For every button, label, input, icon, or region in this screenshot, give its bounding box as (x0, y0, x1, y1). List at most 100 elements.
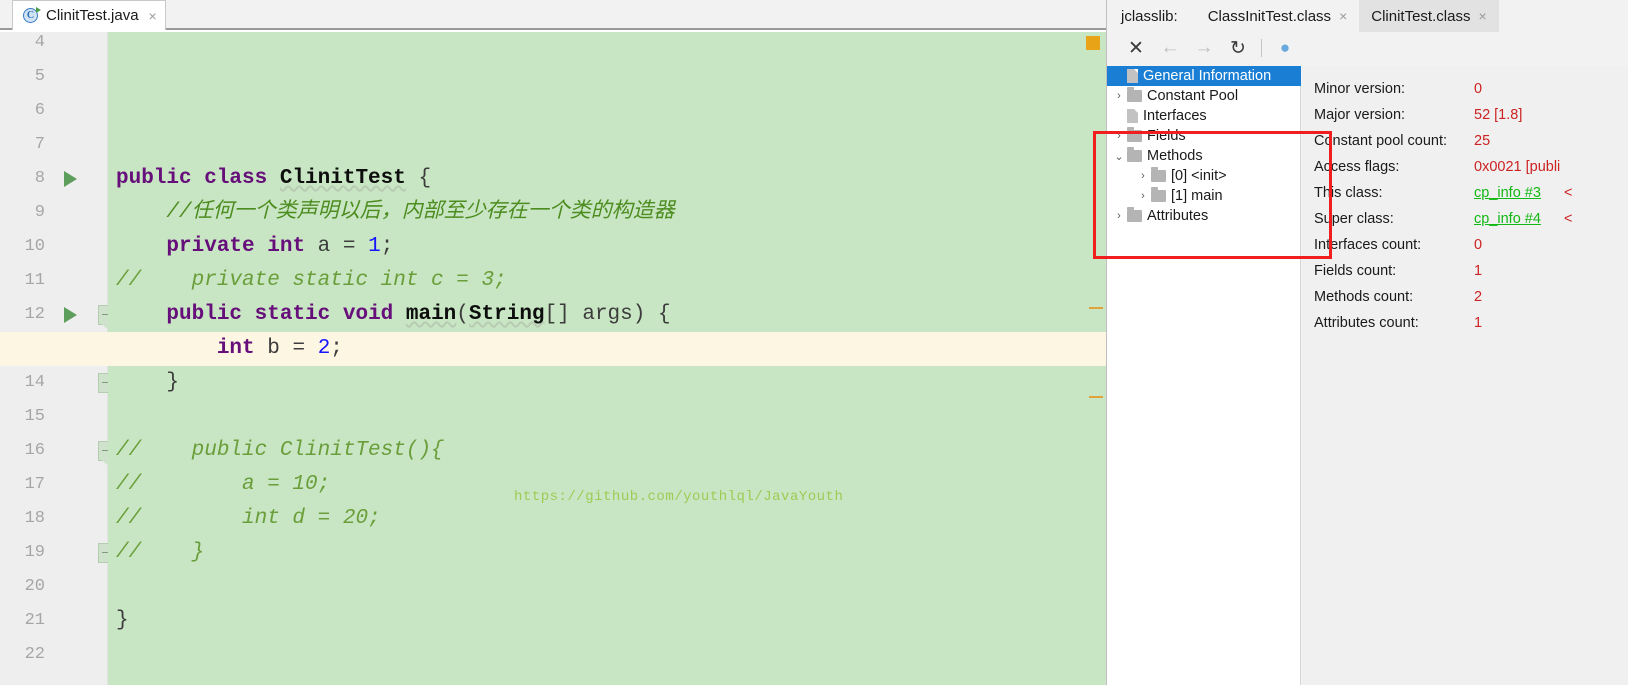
code-token: ; (330, 337, 343, 360)
detail-value: 1 (1474, 315, 1483, 331)
code-token: // a = 10; (116, 473, 331, 496)
detail-label: Super class: (1314, 211, 1394, 227)
code-line[interactable]: int b = 2; (108, 332, 1078, 366)
line-number: 9 (34, 203, 45, 222)
tree-item-constant-pool[interactable]: › Constant Pool (1107, 86, 1301, 106)
detail-value: 0 (1474, 81, 1483, 97)
code-token: = (342, 235, 369, 258)
tree-item-label: [0] <init> (1171, 168, 1227, 184)
code-line[interactable]: public class ClinitTest { (108, 162, 1078, 196)
chevron-right-icon[interactable]: › (1111, 210, 1127, 222)
code-line[interactable] (108, 32, 1078, 60)
detail-label: Attributes count: (1314, 315, 1419, 331)
tool-tab-label: ClassInitTest.class (1207, 7, 1332, 25)
code-line[interactable]: public static void main(String[] args) { (108, 298, 1078, 332)
detail-row: Super class: cp_info #4 < (1302, 206, 1628, 232)
code-line[interactable]: //任何一个类声明以后，内部至少存在一个类的构造器 (108, 196, 1078, 230)
tool-window-toolbar: ✕ ← → ↻ ● (1107, 32, 1628, 64)
class-structure-tree[interactable]: General Information › Constant Pool Interfa… (1107, 66, 1301, 685)
code-token: a (317, 235, 343, 258)
watermark-text: https://github.com/youthlql/JavaYouth (514, 489, 844, 505)
tree-item-1-main[interactable]: › [1] main (1107, 186, 1301, 206)
tree-item-interfaces[interactable]: Interfaces (1107, 106, 1301, 126)
code-line[interactable]: private int a = 1; (108, 230, 1078, 264)
code-line[interactable] (108, 128, 1078, 162)
code-token: static (254, 303, 343, 326)
tool-tab-strip: ClassInitTest.class × ClinitTest.class × (1196, 0, 1499, 32)
editor-tabbar: C ClinitTest.java × (0, 0, 1106, 30)
editor-pane: C ClinitTest.java × 45678910111213141516… (0, 0, 1106, 685)
code-token: int (216, 337, 268, 360)
folder-icon (1127, 87, 1142, 102)
tree-item-methods[interactable]: ⌄ Methods (1107, 146, 1301, 166)
refresh-icon[interactable]: ↻ (1221, 34, 1255, 62)
code-token: [] args) { (544, 303, 671, 326)
code-area[interactable]: public class ClinitTest { //任何一个类声明以后，内部… (108, 32, 1078, 685)
globe-icon[interactable]: ● (1268, 34, 1302, 62)
code-line[interactable]: } (108, 604, 1078, 638)
chevron-right-icon[interactable]: › (1135, 170, 1151, 182)
line-number: 19 (24, 543, 45, 562)
code-line[interactable] (108, 400, 1078, 434)
line-number: 11 (24, 271, 45, 290)
detail-value-suffix: < (1564, 185, 1573, 201)
close-icon[interactable]: × (1339, 8, 1347, 24)
close-icon[interactable]: × (1478, 8, 1486, 24)
code-token: void (342, 303, 406, 326)
line-number: 15 (24, 407, 45, 426)
tree-item-label: Fields (1147, 128, 1186, 144)
chevron-right-icon[interactable]: › (1135, 190, 1151, 202)
jclasslib-tool-window: jclasslib: ClassInitTest.class × ClinitTes… (1106, 0, 1628, 685)
line-number: 4 (34, 33, 45, 52)
chevron-down-icon[interactable]: ⌄ (1111, 150, 1127, 163)
warning-marker-icon[interactable] (1086, 36, 1100, 50)
detail-value: 2 (1474, 289, 1483, 305)
code-line[interactable]: // } (108, 536, 1078, 570)
back-arrow-icon-glyph: ← (1160, 37, 1180, 58)
code-line[interactable] (108, 60, 1078, 94)
close-icon[interactable]: ✕ (1119, 34, 1153, 62)
code-line[interactable]: // int d = 20; (108, 502, 1078, 536)
run-gutter-icon[interactable] (64, 307, 77, 323)
tree-item-fields[interactable]: › Fields (1107, 126, 1301, 146)
line-number: 21 (24, 611, 45, 630)
detail-value-suffix: < (1564, 211, 1573, 227)
scrollbar-marker[interactable] (1089, 396, 1103, 398)
code-line[interactable] (108, 638, 1078, 672)
scrollbar-marker[interactable] (1089, 307, 1103, 309)
detail-label: This class: (1314, 185, 1383, 201)
chevron-right-icon[interactable]: › (1111, 130, 1127, 142)
code-line[interactable]: // public ClinitTest(){ (108, 434, 1078, 468)
detail-row: Methods count: 2 (1302, 284, 1628, 310)
tool-tab-clinittest-class[interactable]: ClinitTest.class × (1359, 0, 1499, 32)
tree-item-general-information[interactable]: General Information (1107, 66, 1301, 86)
detail-value-link[interactable]: cp_info #4 (1474, 211, 1541, 227)
tool-tab-classinittest-class[interactable]: ClassInitTest.class × (1196, 0, 1360, 32)
detail-row: Minor version: 0 (1302, 76, 1628, 102)
code-line[interactable] (108, 94, 1078, 128)
detail-value-link[interactable]: cp_info #3 (1474, 185, 1541, 201)
folder-icon (1151, 167, 1166, 182)
tree-item-0-init[interactable]: › [0] <init> (1107, 166, 1301, 186)
code-token: public (166, 303, 255, 326)
tree-item-attributes[interactable]: › Attributes (1107, 206, 1301, 226)
close-icon-glyph: ✕ (1128, 37, 1144, 59)
close-icon[interactable]: × (149, 8, 157, 24)
detail-label: Constant pool count: (1314, 133, 1448, 149)
code-token: // } (116, 541, 205, 564)
run-gutter-icon[interactable] (64, 171, 77, 187)
detail-label: Interfaces count: (1314, 237, 1422, 253)
chevron-right-icon[interactable]: › (1111, 90, 1127, 102)
detail-label: Access flags: (1314, 159, 1400, 175)
line-number: 18 (24, 509, 45, 528)
detail-value: 0x0021 [publi (1474, 159, 1561, 175)
tree-item-label: Attributes (1147, 208, 1209, 224)
code-line[interactable]: } (108, 366, 1078, 400)
detail-label: Methods count: (1314, 289, 1414, 305)
code-token: ClinitTest (279, 167, 406, 190)
detail-label: Minor version: (1314, 81, 1406, 97)
code-line[interactable] (108, 570, 1078, 604)
code-line[interactable]: // private static int c = 3; (108, 264, 1078, 298)
